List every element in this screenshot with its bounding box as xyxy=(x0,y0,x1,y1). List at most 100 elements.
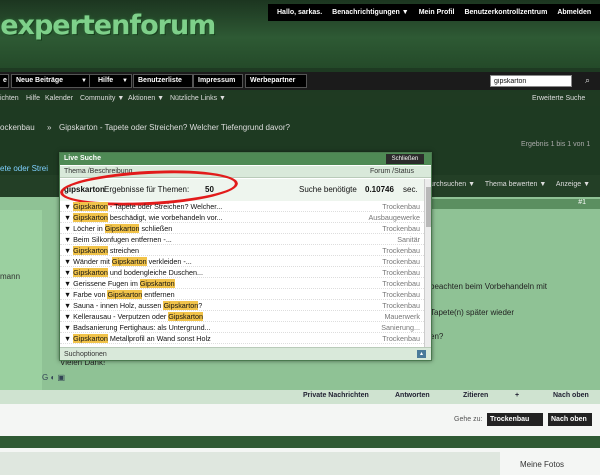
live-search-popup: Live Suche Schließen Thema /Beschreibung… xyxy=(59,152,432,361)
result-forum: Sanierung... xyxy=(381,323,420,332)
triangle-down-icon: ▼ xyxy=(64,312,74,321)
my-photos-label[interactable]: Meine Fotos xyxy=(520,460,564,469)
result-row[interactable]: ▼ Gipskarton beschädigt, wie vorbehandel… xyxy=(60,212,424,223)
search-options-bar[interactable]: Suchoptionen xyxy=(60,347,431,360)
result-title[interactable]: ▼ Beim Silkonfugen entfernen -... xyxy=(64,234,288,245)
subnav-news[interactable]: ichten xyxy=(0,92,19,106)
results-scrollbar[interactable] xyxy=(424,179,431,347)
nav-item-label: Werbepartner xyxy=(250,77,296,84)
result-forum: Mauerwerk xyxy=(384,312,420,321)
quote-button[interactable]: Zitieren xyxy=(463,392,488,399)
result-title[interactable]: ▼ Kellerausau - Verputzen oder Gipskarto… xyxy=(64,311,288,322)
expand-options-icon[interactable]: ▴ xyxy=(417,350,426,358)
result-forum: Trockenbau xyxy=(382,224,420,233)
time-value: 0.10746 xyxy=(365,185,394,194)
result-forum: Trockenbau xyxy=(382,257,420,266)
back-to-top-button[interactable]: Nach oben xyxy=(553,392,589,399)
post-action-bar: Private Nachrichten Antworten Zitieren +… xyxy=(0,390,600,404)
result-row[interactable]: ▼ Wänder mit Gipskarton verkleiden -... T… xyxy=(60,256,424,267)
result-row[interactable]: ▼ Beim Silkonfugen entfernen -... Sanitär xyxy=(60,234,424,245)
scrollbar-thumb[interactable] xyxy=(426,187,431,227)
result-title-text: entfernen xyxy=(142,290,175,299)
result-row[interactable]: ▼ Kellerausau - Verputzen oder Gipskarto… xyxy=(60,311,424,322)
share-icons[interactable]: G ◐ ▣ xyxy=(42,373,65,382)
result-title-text: streichen xyxy=(107,246,140,255)
result-row[interactable]: ▼ Gipskarton und bodengleiche Duschen...… xyxy=(60,267,424,278)
site-logo[interactable]: uexpertenforum xyxy=(0,10,216,41)
triangle-down-icon: ▼ xyxy=(64,213,74,222)
search-input[interactable] xyxy=(490,75,572,87)
user-cp-link[interactable]: Benutzerkontrollzentrum xyxy=(459,9,552,16)
reply-button[interactable]: Antworten xyxy=(395,392,430,399)
breadcrumb-section[interactable]: ockenbau xyxy=(0,123,35,132)
triangle-down-icon: ▼ xyxy=(64,334,74,343)
subnav-actions[interactable]: Aktionen ▼ xyxy=(128,92,164,106)
multiquote-button[interactable]: + xyxy=(515,392,519,399)
nav-item-label: Neue Beiträge xyxy=(16,77,64,84)
popup-title: Live Suche xyxy=(60,153,431,165)
result-title-text: schließen xyxy=(139,224,173,233)
search-thread-menu[interactable]: urchsuchen ▼ xyxy=(430,181,475,188)
result-title-text: Löcher in xyxy=(73,224,105,233)
advanced-search-link[interactable]: Erweiterte Suche xyxy=(532,92,585,106)
nav-item-imprint[interactable]: Impressum xyxy=(193,74,243,88)
subnav-help[interactable]: Hilfe xyxy=(26,92,40,106)
post-line: en? xyxy=(430,332,444,341)
result-title-text: Farbe von xyxy=(73,290,108,299)
result-title[interactable]: ▼ Löcher in Gipskarton schließen xyxy=(64,223,288,234)
result-title[interactable]: ▼ Gerissene Fugen im Gipskarton xyxy=(64,278,288,289)
result-highlight: Gipskarton xyxy=(104,224,140,233)
notifications-link[interactable]: Benachrichtigungen ▼ xyxy=(327,9,414,16)
nav-item-label: e xyxy=(3,77,7,84)
user-name-fragment[interactable]: mann xyxy=(0,272,20,281)
subnav-calendar[interactable]: Kalender xyxy=(45,92,73,106)
result-title[interactable]: ▼ Sauna - innen Holz, aussen Gipskarton? xyxy=(64,300,288,311)
nav-item-new-posts[interactable]: Neue Beiträge ▼ xyxy=(11,74,91,88)
post-line: Tapete(n) später wieder xyxy=(430,308,515,317)
nav-item-partners[interactable]: Werbepartner xyxy=(245,74,307,88)
search-options-label[interactable]: Suchoptionen xyxy=(64,351,107,358)
post-text: beachten beim Vorbehandeln mit Tapete(n)… xyxy=(430,280,547,344)
result-row[interactable]: ▼ Löcher in Gipskarton schließen Trockenb… xyxy=(60,223,424,234)
result-highlight: Gipskarton xyxy=(111,257,147,266)
result-row[interactable]: ▼ Gerissene Fugen im Gipskarton Trockenba… xyxy=(60,278,424,289)
result-title[interactable]: ▼ Gipskarton und bodengleiche Duschen... xyxy=(64,267,288,278)
result-row[interactable]: ▼ Sauna - innen Holz, aussen Gipskarton?… xyxy=(60,300,424,311)
subnav-community[interactable]: Community ▼ xyxy=(80,92,124,106)
triangle-down-icon: ▼ xyxy=(64,235,74,244)
thread-title-fragment[interactable]: ete oder Strei xyxy=(0,164,48,173)
result-title[interactable]: ▼ Wänder mit Gipskarton verkleiden -... xyxy=(64,256,288,267)
result-row[interactable]: ▼ Badsanierung Fertighaus: als Untergrun… xyxy=(60,322,424,333)
subnav-useful-links[interactable]: Nützliche Links ▼ xyxy=(170,92,226,106)
result-title[interactable]: ▼ Gipskarton beschädigt, wie vorbehandel… xyxy=(64,212,288,223)
result-row[interactable]: ▼ Farbe von Gipskarton entfernen Trockenb… xyxy=(60,289,424,300)
post-number[interactable]: #1 xyxy=(578,199,586,206)
result-title[interactable]: ▼ Gipskarton - Tapete oder Streichen? We… xyxy=(64,201,288,212)
result-forum: Trockenbau xyxy=(382,301,420,310)
goto-select[interactable]: Trockenbau xyxy=(487,413,543,426)
result-title-text: beschädigt, wie vorbehandeln vor... xyxy=(107,213,223,222)
close-button[interactable]: Schließen xyxy=(386,154,424,164)
nav-item-member-list[interactable]: Benutzerliste xyxy=(133,74,193,88)
triangle-down-icon: ▼ xyxy=(64,290,74,299)
result-row[interactable]: ▼ Gipskarton Metallprofil an Wand sonst … xyxy=(60,333,424,344)
result-title[interactable]: ▼ Gipskarton streichen xyxy=(64,245,288,256)
triangle-down-icon: ▼ xyxy=(64,224,74,233)
private-message-button[interactable]: Private Nachrichten xyxy=(303,392,369,399)
display-menu[interactable]: Anzeige ▼ xyxy=(556,181,590,188)
nach-oben-button[interactable]: Nach oben xyxy=(548,413,592,426)
nav-item-help[interactable]: Hilfe ▼ xyxy=(89,74,132,88)
result-row[interactable]: ▼ Gipskarton - Tapete oder Streichen? We… xyxy=(60,201,424,212)
time-unit: sec. xyxy=(403,185,418,194)
result-row[interactable]: ▼ Gipskarton streichen Trockenbau xyxy=(60,245,424,256)
rate-thread-menu[interactable]: Thema bewerten ▼ xyxy=(485,181,546,188)
result-title-text: Sauna - innen Holz, aussen xyxy=(73,301,164,310)
result-title[interactable]: ▼ Badsanierung Fertighaus: als Untergrun… xyxy=(64,322,288,333)
nav-item-forum[interactable]: e xyxy=(0,74,9,88)
result-forum: Trockenbau xyxy=(382,290,420,299)
search-go-icon[interactable]: ⌕ xyxy=(585,75,597,87)
my-profile-link[interactable]: Mein Profil xyxy=(414,9,460,16)
logout-link[interactable]: Abmelden xyxy=(552,9,596,16)
result-title[interactable]: ▼ Farbe von Gipskarton entfernen xyxy=(64,289,288,300)
result-title[interactable]: ▼ Gipskarton Metallprofil an Wand sonst … xyxy=(64,333,288,344)
